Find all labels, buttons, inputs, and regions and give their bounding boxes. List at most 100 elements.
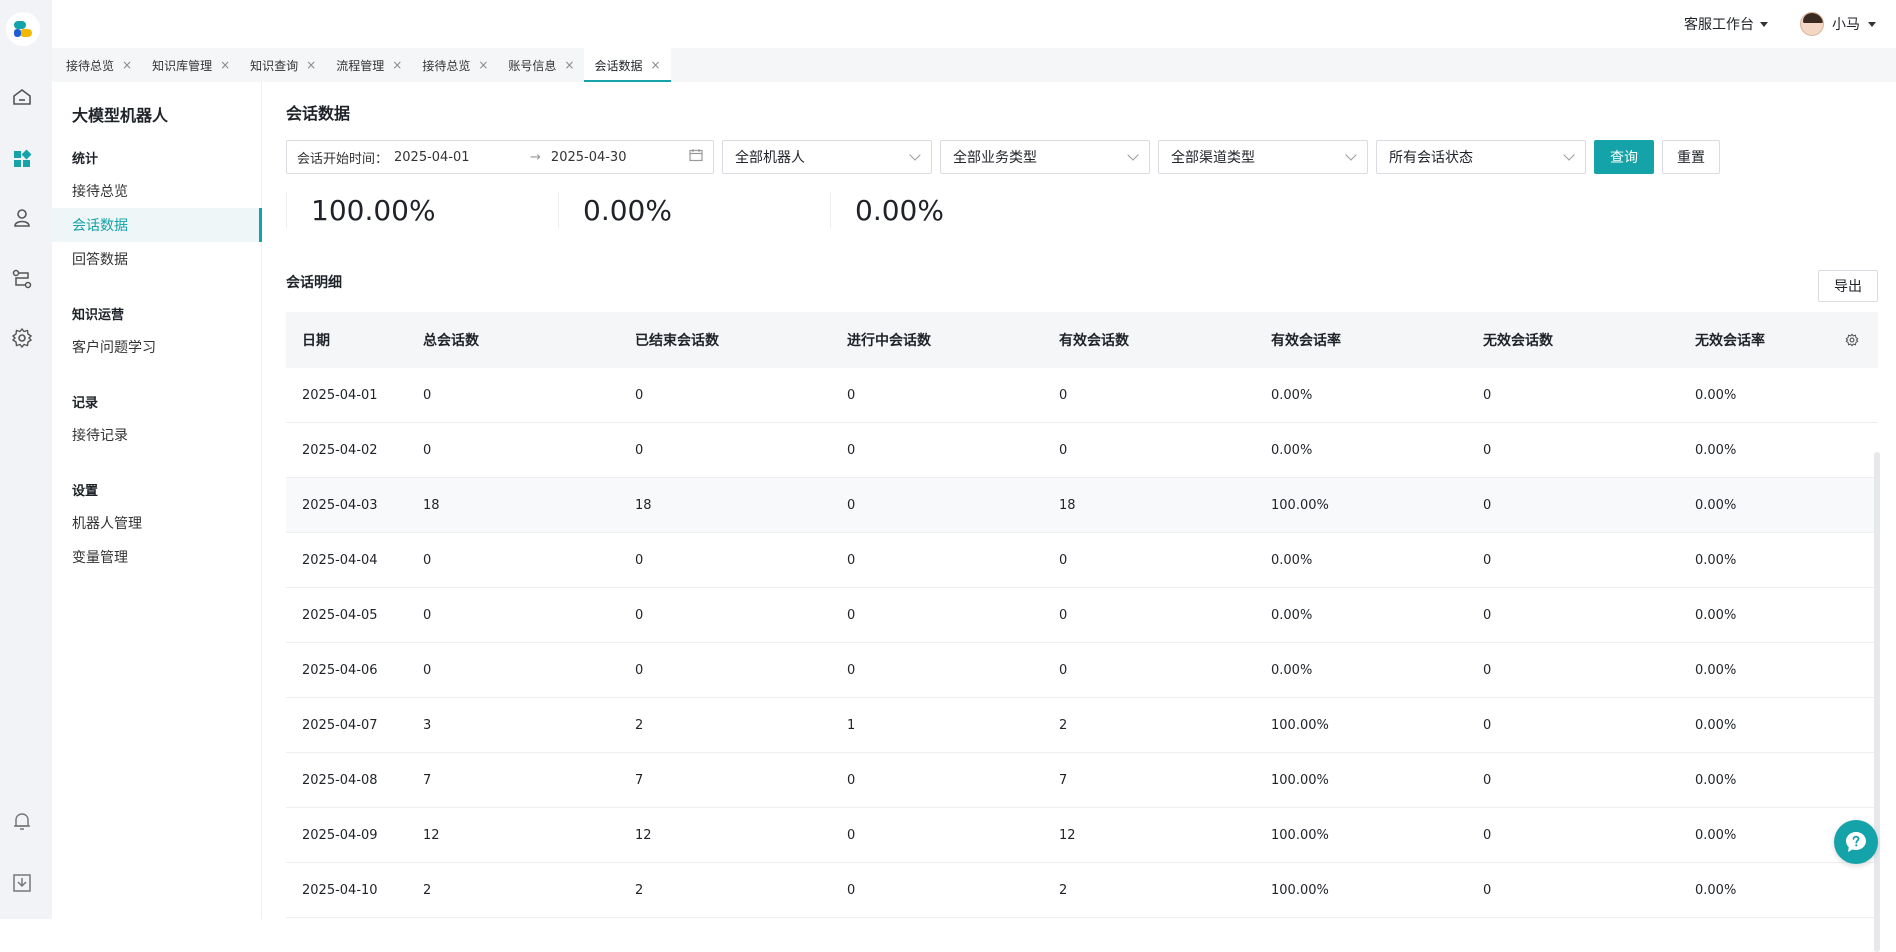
robot-icon[interactable] xyxy=(11,207,33,229)
table-cell: 18 xyxy=(635,497,652,513)
detail-section-title: 会话明细 xyxy=(286,275,342,291)
table-cell: 2025-04-02 xyxy=(302,442,378,458)
column-header: 有效会话率 xyxy=(1271,333,1341,349)
column-header: 已结束会话数 xyxy=(635,333,719,349)
table-cell: 2025-04-07 xyxy=(302,717,378,733)
table-cell: 0 xyxy=(635,442,644,458)
table-cell: 0 xyxy=(635,387,644,403)
table-cell: 0 xyxy=(1059,552,1068,568)
export-button[interactable]: 导出 xyxy=(1818,270,1878,302)
table-cell: 2 xyxy=(1059,882,1068,898)
table-cell: 0 xyxy=(423,662,432,678)
table-cell: 0 xyxy=(1483,387,1492,403)
nav-group-label: 记录 xyxy=(72,396,99,411)
settings-icon[interactable] xyxy=(11,327,33,349)
flow-icon[interactable] xyxy=(11,268,33,290)
close-icon[interactable]: × xyxy=(392,58,402,72)
table-cell: 0.00% xyxy=(1695,717,1737,733)
close-icon[interactable]: × xyxy=(306,58,316,72)
logo-icon xyxy=(14,21,32,37)
table-cell: 0 xyxy=(423,442,432,458)
close-icon[interactable]: × xyxy=(564,58,574,72)
date-range-picker[interactable]: 会话开始时间： 2025-04-01 → 2025-04-30 xyxy=(286,140,714,174)
app-logo[interactable] xyxy=(6,12,40,46)
workspace-label: 客服工作台 xyxy=(1684,17,1754,33)
table-cell: 0 xyxy=(1483,772,1492,788)
user-name: 小马 xyxy=(1832,17,1860,33)
table-cell: 12 xyxy=(1059,827,1076,843)
chevron-down-icon xyxy=(1345,149,1357,161)
table-row: 2025-04-07 3 2 1 2 100.00% 0 0.00% xyxy=(286,698,1878,753)
nav-item[interactable]: 回答数据 xyxy=(52,242,262,276)
tab-item-active[interactable]: 会话数据 × xyxy=(584,48,671,82)
column-header: 无效会话率 xyxy=(1695,333,1765,349)
start-date[interactable]: 2025-04-01 xyxy=(394,150,520,165)
table-cell: 0 xyxy=(423,552,432,568)
table-cell: 12 xyxy=(635,827,652,843)
table-row: 2025-04-04 0 0 0 0 0.00% 0 0.00% xyxy=(286,533,1878,588)
close-icon[interactable]: × xyxy=(650,58,660,72)
nav-item[interactable]: 接待总览 xyxy=(52,174,262,208)
tab-item[interactable]: 流程管理 × xyxy=(326,48,412,82)
nav-item-active[interactable]: 会话数据 xyxy=(52,208,262,242)
table-cell: 0.00% xyxy=(1271,607,1313,623)
session-status-select[interactable]: 所有会话状态 xyxy=(1376,140,1586,174)
business-type-select[interactable]: 全部业务类型 xyxy=(940,140,1150,174)
table-cell: 2 xyxy=(635,717,644,733)
table-row: 2025-04-08 7 7 0 7 100.00% 0 0.00% xyxy=(286,753,1878,808)
nav-group-label: 统计 xyxy=(72,152,99,167)
tab-item[interactable]: 知识库管理 × xyxy=(142,48,240,82)
nav-item[interactable]: 变量管理 xyxy=(52,540,262,574)
table-cell: 2 xyxy=(635,882,644,898)
close-icon[interactable]: × xyxy=(122,58,132,72)
table-row: 2025-04-09 12 12 0 12 100.00% 0 0.00% xyxy=(286,808,1878,863)
table-cell: 0 xyxy=(423,387,432,403)
tab-item[interactable]: 知识查询 × xyxy=(240,48,326,82)
stats-row: 100.00% 0.00% 0.00% xyxy=(286,192,1102,228)
nav-item[interactable]: 客户问题学习 xyxy=(52,330,262,364)
subnav-title: 大模型机器人 xyxy=(72,106,169,125)
table-cell: 0 xyxy=(1483,497,1492,513)
table-cell: 0 xyxy=(635,662,644,678)
reset-button[interactable]: 重置 xyxy=(1662,140,1720,174)
tab-item[interactable]: 接待总览 × xyxy=(412,48,498,82)
table-row: 2025-04-05 0 0 0 0 0.00% 0 0.00% xyxy=(286,588,1878,643)
user-menu[interactable]: 小马 xyxy=(1800,12,1876,36)
table-cell: 2025-04-06 xyxy=(302,662,378,678)
tab-item[interactable]: 账号信息 × xyxy=(498,48,584,82)
robot-select-value: 全部机器人 xyxy=(735,150,805,166)
table-scrollbar[interactable] xyxy=(1874,452,1880,952)
column-header: 有效会话数 xyxy=(1059,333,1129,349)
table-cell: 2025-04-05 xyxy=(302,607,378,623)
workspace-switcher[interactable]: 客服工作台 xyxy=(1684,14,1768,34)
table-cell: 0.00% xyxy=(1695,552,1737,568)
column-header: 进行中会话数 xyxy=(847,333,931,349)
table-cell: 100.00% xyxy=(1271,497,1329,513)
stat-value: 100.00% xyxy=(286,192,558,228)
nav-item[interactable]: 机器人管理 xyxy=(52,506,262,540)
close-icon[interactable]: × xyxy=(220,58,230,72)
column-header: 日期 xyxy=(302,333,330,349)
nav-item[interactable]: 接待记录 xyxy=(52,418,262,452)
chevron-down-icon xyxy=(1127,149,1139,161)
query-button[interactable]: 查询 xyxy=(1594,140,1654,174)
table-cell: 100.00% xyxy=(1271,827,1329,843)
filter-bar: 会话开始时间： 2025-04-01 → 2025-04-30 全部机器人 全部… xyxy=(286,140,1720,174)
end-date[interactable]: 2025-04-30 xyxy=(551,150,681,165)
download-icon[interactable] xyxy=(11,872,33,894)
tab-item[interactable]: 接待总览 × xyxy=(56,48,142,82)
range-arrow: → xyxy=(530,149,541,165)
table-cell: 0 xyxy=(1059,662,1068,678)
channel-type-select[interactable]: 全部渠道类型 xyxy=(1158,140,1368,174)
home-icon[interactable] xyxy=(11,86,33,108)
dashboard-icon[interactable] xyxy=(11,148,33,170)
nav-group-label: 知识运营 xyxy=(72,308,125,323)
help-chat-button[interactable] xyxy=(1834,820,1878,864)
close-icon[interactable]: × xyxy=(478,58,488,72)
table-cell: 0 xyxy=(847,882,856,898)
bell-icon[interactable] xyxy=(11,810,33,832)
column-settings-icon[interactable] xyxy=(1832,333,1872,347)
table-row: 2025-04-02 0 0 0 0 0.00% 0 0.00% xyxy=(286,423,1878,478)
robot-select[interactable]: 全部机器人 xyxy=(722,140,932,174)
table-cell: 0 xyxy=(847,662,856,678)
